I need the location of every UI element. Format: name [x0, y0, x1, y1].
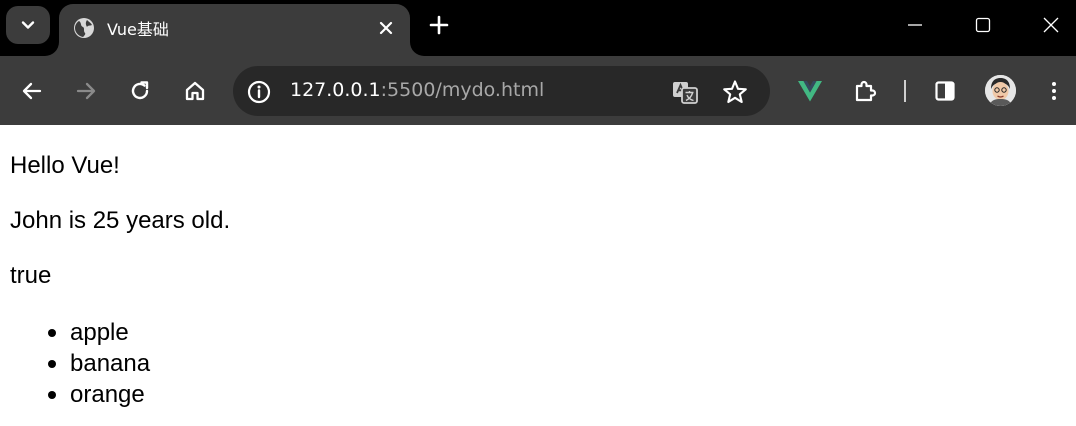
site-info-icon[interactable]: [246, 79, 272, 105]
globe-icon: [74, 18, 94, 38]
reload-icon: [131, 81, 149, 100]
fruit-label: apple: [70, 319, 129, 346]
boolean-value-text: true: [10, 262, 52, 289]
fruit-label: banana: [70, 350, 151, 377]
list-item: orange: [48, 379, 150, 410]
url-path: :5500/mydo.html: [380, 79, 545, 101]
fruit-label: orange: [70, 381, 145, 408]
toolbar-divider: [904, 80, 906, 102]
bullet-icon: [48, 391, 56, 399]
url-text[interactable]: 127.0.0.1:5500/mydo.html: [290, 79, 544, 101]
message-text: Hello Vue!: [10, 152, 120, 179]
list-item: apple: [48, 317, 150, 348]
bullet-icon: [48, 329, 56, 337]
fruit-list: apple banana orange: [10, 317, 150, 410]
side-panel-icon: [935, 81, 955, 101]
star-icon[interactable]: [721, 78, 749, 106]
tab-title: Vue基础: [107, 20, 169, 39]
home-button[interactable]: [180, 76, 210, 106]
extensions-button[interactable]: [850, 76, 880, 106]
home-icon: [185, 81, 205, 101]
maximize-button[interactable]: [968, 10, 998, 40]
bullet-icon: [48, 360, 56, 368]
tab-search-button[interactable]: [6, 6, 50, 44]
person-info-text: John is 25 years old.: [10, 207, 231, 234]
puzzle-icon: [855, 80, 877, 102]
active-tab[interactable]: Vue基础: [59, 4, 410, 56]
minimize-button[interactable]: [900, 10, 930, 40]
close-icon: [1043, 17, 1059, 33]
translate-icon[interactable]: [671, 79, 699, 105]
forward-button[interactable]: [71, 76, 101, 106]
browser-menu-button[interactable]: [1039, 76, 1069, 106]
profile-avatar[interactable]: [985, 75, 1016, 106]
url-host: 127.0.0.1: [290, 79, 381, 101]
back-button[interactable]: [17, 76, 47, 106]
minimize-icon: [908, 24, 922, 26]
reload-button[interactable]: [125, 76, 155, 106]
side-panel-button[interactable]: [930, 76, 960, 106]
address-bar[interactable]: 127.0.0.1:5500/mydo.html: [233, 66, 770, 116]
arrow-right-icon: [76, 82, 96, 100]
chevron-down-icon: [21, 21, 35, 29]
arrow-left-icon: [22, 82, 42, 100]
vue-logo-icon: [798, 81, 822, 102]
browser-toolbar: 127.0.0.1:5500/mydo.html: [0, 56, 1076, 125]
vue-devtools-extension[interactable]: [795, 76, 825, 106]
more-vertical-icon: [1052, 82, 1056, 100]
avatar-icon: [985, 75, 1016, 106]
close-icon[interactable]: [376, 18, 396, 38]
window-close-button[interactable]: [1036, 10, 1066, 40]
list-item: banana: [48, 348, 151, 379]
plus-icon[interactable]: [426, 12, 452, 38]
maximize-icon: [975, 17, 991, 33]
tab-strip: Vue基础: [0, 0, 1076, 56]
